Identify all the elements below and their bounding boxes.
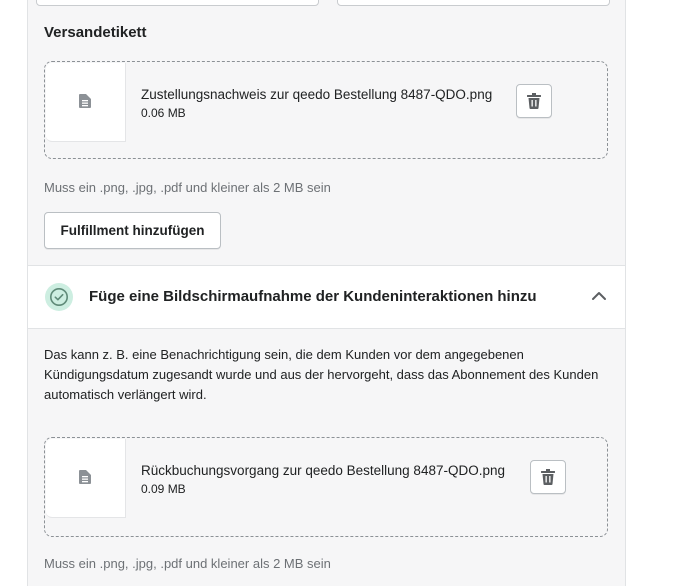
trash-icon [541, 469, 555, 485]
file-thumbnail [46, 439, 126, 518]
file-size: 0.09 MB [141, 482, 186, 496]
file-name: Rückbuchungsvorgang zur qeedo Bestellung… [141, 463, 505, 478]
file-requirements-hint: Muss ein .png, .jpg, .pdf und kleiner al… [44, 556, 331, 571]
check-circle-icon [50, 288, 68, 306]
delete-file-button[interactable] [516, 84, 552, 118]
shipping-label-dropzone[interactable]: Zustellungsnachweis zur qeedo Bestellung… [44, 61, 608, 159]
screenshot-dropzone[interactable]: Rückbuchungsvorgang zur qeedo Bestellung… [44, 437, 608, 537]
file-icon [79, 470, 91, 484]
file-size: 0.06 MB [141, 106, 186, 120]
step-title: Füge eine Bildschirmaufnahme der Kundeni… [89, 288, 537, 305]
shipping-label-title: Versandetikett [44, 24, 147, 41]
input-field-top-left[interactable] [36, 0, 319, 6]
step-complete-badge [45, 283, 73, 311]
file-thumbnail [46, 63, 126, 142]
delete-file-button[interactable] [530, 460, 566, 494]
screenshot-step-header[interactable]: Füge eine Bildschirmaufnahme der Kundeni… [28, 266, 625, 328]
trash-icon [527, 93, 541, 109]
chevron-up-icon[interactable] [591, 290, 607, 302]
file-icon [79, 94, 91, 108]
file-name: Zustellungsnachweis zur qeedo Bestellung… [141, 87, 493, 102]
file-requirements-hint: Muss ein .png, .jpg, .pdf und kleiner al… [44, 180, 331, 195]
divider [28, 328, 625, 329]
dispute-panel: Versandetikett Zustellungsnachweis zur q… [27, 0, 626, 586]
input-field-top-right[interactable] [337, 0, 610, 6]
add-fulfillment-button[interactable]: Fulfillment hinzufügen [44, 212, 221, 249]
step-description: Das kann z. B. eine Benachrichtigung sei… [44, 347, 599, 402]
